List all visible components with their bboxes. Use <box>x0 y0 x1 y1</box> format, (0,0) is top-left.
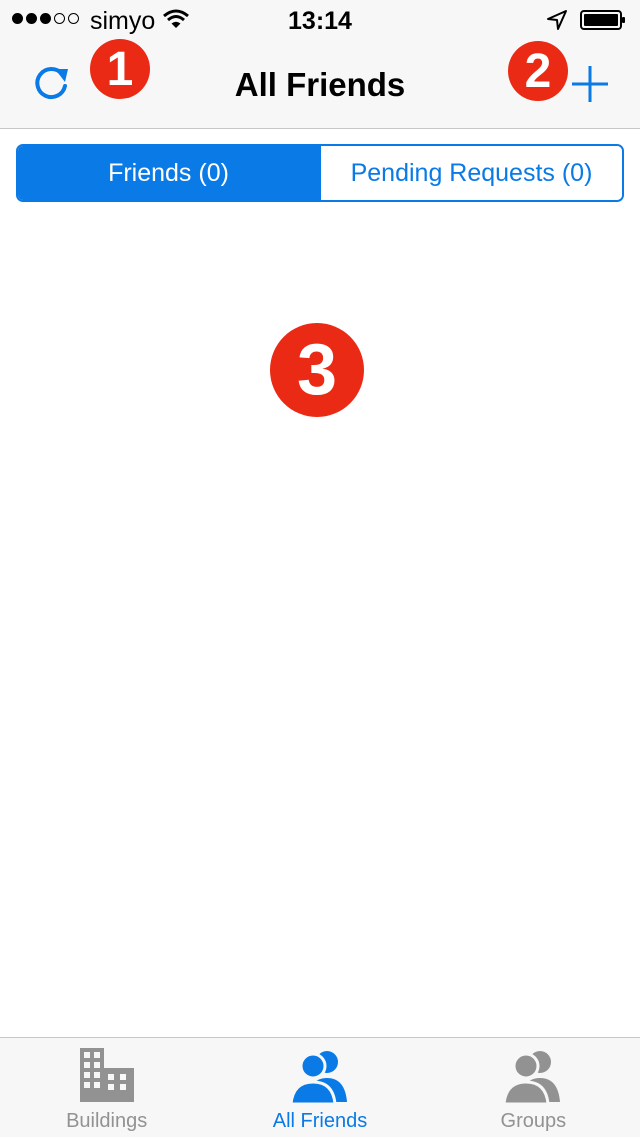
status-bar: simyo 13:14 <box>0 0 640 40</box>
segment-friends[interactable]: Friends (0) <box>18 146 319 200</box>
annotation-marker-1: 1 <box>90 39 150 99</box>
location-arrow-icon <box>547 10 567 30</box>
add-friend-button[interactable] <box>566 60 614 108</box>
annotation-marker-3: 3 <box>270 323 364 417</box>
segment-pending-requests[interactable]: Pending Requests (0) <box>319 146 622 200</box>
groups-icon <box>502 1051 561 1106</box>
tab-label: Groups <box>500 1110 567 1132</box>
status-time: 13:14 <box>288 7 352 35</box>
tab-all-friends[interactable]: All Friends <box>213 1038 426 1137</box>
tab-groups[interactable]: Groups <box>427 1038 640 1137</box>
battery-icon <box>580 10 625 30</box>
annotation-marker-2: 2 <box>508 41 568 101</box>
tab-bar: Buildings All Friends Groups <box>0 1037 640 1137</box>
friends-segmented-control: Friends (0) Pending Requests (0) <box>16 144 624 202</box>
friends-icon <box>289 1051 347 1106</box>
buildings-icon <box>79 1048 134 1102</box>
tab-buildings[interactable]: Buildings <box>0 1038 213 1137</box>
tab-label: Buildings <box>66 1110 148 1132</box>
tab-label: All Friends <box>272 1110 368 1132</box>
